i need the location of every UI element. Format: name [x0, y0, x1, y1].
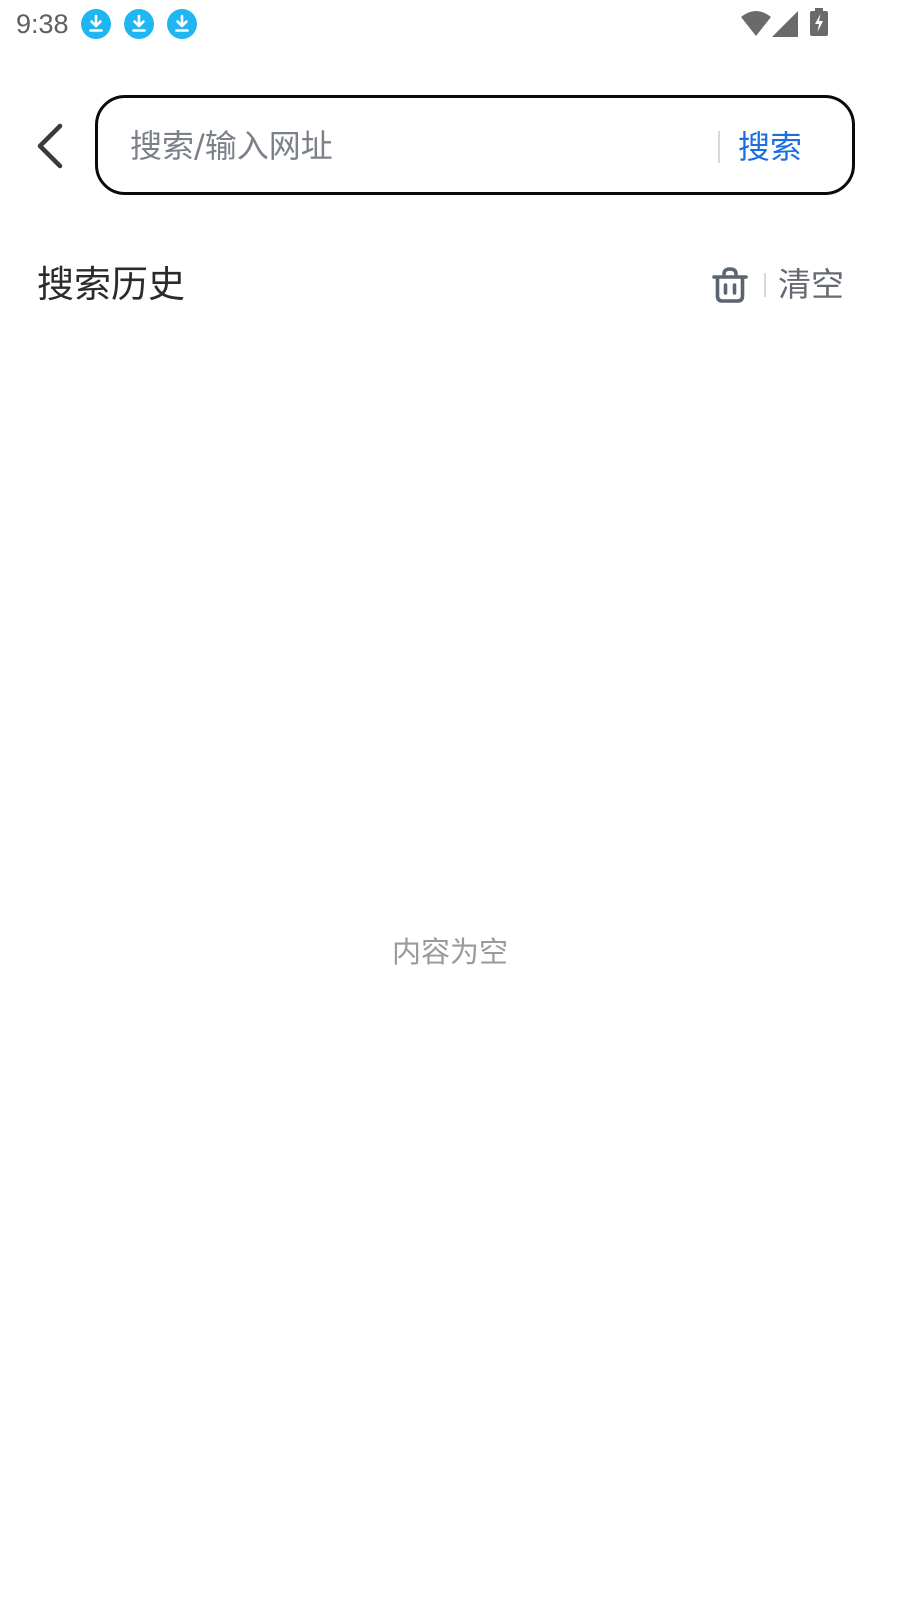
back-button[interactable] [22, 118, 78, 174]
status-time: 9:38 [16, 9, 69, 39]
download-icon [124, 9, 154, 39]
clear-button[interactable]: 清空 [778, 262, 844, 308]
download-icon [167, 9, 197, 39]
search-input[interactable] [130, 120, 690, 172]
trash-icon[interactable] [710, 265, 750, 305]
search-divider [718, 131, 720, 163]
cellular-signal-icon [772, 11, 798, 37]
chevron-left-icon [37, 123, 63, 169]
clear-history-control[interactable]: 清空 [710, 262, 844, 308]
battery-charging-icon [810, 8, 828, 36]
search-box: 搜索 [95, 95, 855, 195]
wifi-icon [741, 11, 771, 36]
status-bar: 9:38 [0, 0, 900, 48]
search-button[interactable]: 搜索 [738, 121, 802, 173]
empty-state-text: 内容为空 [391, 935, 508, 969]
clear-divider [764, 273, 766, 297]
section-title-search-history: 搜索历史 [37, 263, 185, 306]
download-icon [81, 9, 111, 39]
